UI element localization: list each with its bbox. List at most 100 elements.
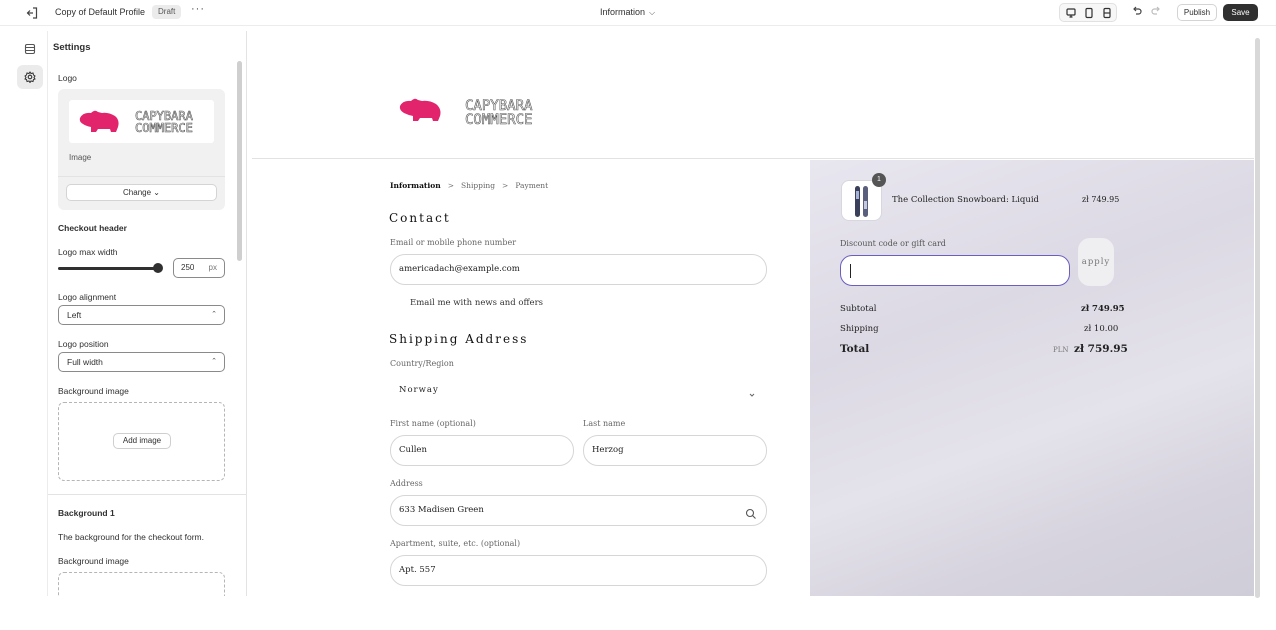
background-image-dropzone[interactable]: Add image — [58, 402, 225, 481]
settings-panel: Settings Logo CAPYBARA COMMERCE Image Ch… — [48, 31, 247, 596]
checkout-header: CAPYBARA COMMERCE — [252, 36, 1254, 159]
apply-button[interactable]: apply — [1078, 238, 1114, 286]
breadcrumb-payment[interactable]: Payment — [515, 181, 548, 190]
redo-icon[interactable] — [1150, 5, 1162, 17]
desktop-view-icon[interactable] — [1065, 7, 1077, 19]
image-label: Image — [69, 153, 92, 162]
email-field[interactable]: americadach@example.com — [390, 254, 767, 285]
total-label: Total — [840, 343, 870, 355]
quantity-badge: 1 — [872, 173, 886, 187]
top-bar: Copy of Default Profile Draft ··· Inform… — [0, 0, 1276, 26]
logo-position-value: Full width — [67, 357, 103, 367]
logo-alignment-label: Logo alignment — [58, 292, 117, 302]
logo-label: Logo — [58, 73, 77, 83]
address-value: 633 Madisen Green — [399, 505, 484, 515]
total-value: zł 759.95 — [1074, 343, 1128, 355]
exit-icon[interactable] — [24, 5, 40, 21]
checkout-form: Information > Shipping > Payment Contact Ema… — [252, 160, 810, 596]
breadcrumb-information[interactable]: Information — [390, 181, 441, 190]
panel-scrollbar[interactable] — [237, 61, 242, 261]
publish-button[interactable]: Publish — [1177, 4, 1217, 21]
background1-image-label: Background image — [58, 556, 129, 566]
search-icon[interactable] — [745, 504, 757, 533]
logo-card: CAPYBARA COMMERCE Image Change ⌄ — [58, 89, 225, 210]
more-actions-button[interactable]: ··· — [191, 3, 205, 15]
chevron-down-icon — [747, 384, 757, 413]
logo-width-unit: px — [208, 263, 217, 272]
breadcrumb-shipping[interactable]: Shipping — [461, 181, 495, 190]
logo-position-label: Logo position — [58, 339, 109, 349]
first-name-label: First name (optional) — [390, 419, 476, 428]
product-price: zł 749.95 — [1082, 195, 1120, 204]
background1-image-dropzone[interactable] — [58, 572, 225, 596]
logo-thumbnail[interactable]: CAPYBARA COMMERCE — [69, 100, 214, 143]
select-arrows-icon: ⌃ — [211, 311, 217, 318]
page-selector-label: Information — [600, 7, 646, 17]
panel-title: Settings — [53, 42, 91, 53]
last-name-field[interactable]: Herzog — [583, 435, 767, 466]
logo-width-slider-handle[interactable] — [153, 263, 163, 273]
chevron-right-icon: > — [447, 181, 455, 190]
email-label: Email or mobile phone number — [390, 238, 517, 247]
chevron-down-icon: ⌄ — [153, 188, 160, 197]
news-checkbox-label[interactable]: Email me with news and offers — [410, 298, 543, 308]
change-label: Change — [123, 188, 152, 197]
page-selector[interactable]: Information ⌵ — [600, 7, 655, 18]
undo-icon[interactable] — [1131, 5, 1143, 17]
fullscreen-view-icon[interactable] — [1101, 7, 1113, 19]
logo-alignment-value: Left — [67, 310, 82, 320]
address-field[interactable]: 633 Madisen Green — [390, 495, 767, 526]
last-name-value: Herzog — [592, 445, 624, 455]
discount-label: Discount code or gift card — [840, 239, 946, 248]
logo-position-select[interactable]: Full width ⌃ — [58, 352, 225, 372]
checkout-header-heading: Checkout header — [58, 223, 127, 233]
status-badge: Draft — [152, 5, 182, 19]
left-rail — [0, 31, 48, 596]
chevron-right-icon: > — [502, 181, 509, 190]
sections-icon[interactable] — [17, 37, 43, 61]
shipping-address-heading: Shipping Address — [389, 332, 529, 346]
text-caret — [850, 264, 851, 278]
country-label: Country/Region — [390, 359, 454, 368]
save-button[interactable]: Save — [1223, 4, 1258, 21]
logo-width-slider-track[interactable] — [58, 267, 158, 270]
country-value: Norway — [399, 385, 439, 395]
capybara-logo: CAPYBARA COMMERCE — [79, 109, 194, 135]
logo-width-value: 250 — [181, 263, 195, 272]
capybara-logo: CAPYBARA COMMERCE — [399, 98, 533, 128]
logo-width-input[interactable]: 250 px — [173, 258, 225, 278]
subtotal-value: zł 749.95 — [1081, 304, 1125, 314]
shipping-label: Shipping — [840, 324, 879, 334]
select-arrows-icon: ⌃ — [211, 358, 217, 365]
mobile-view-icon[interactable] — [1083, 7, 1095, 19]
change-logo-button[interactable]: Change ⌄ — [66, 184, 217, 201]
brand-line2: COMMERCE — [465, 112, 532, 128]
apartment-field[interactable]: Apt. 557 — [390, 555, 767, 586]
section-divider — [48, 494, 246, 495]
logo-max-width-label: Logo max width — [58, 247, 118, 257]
order-summary: 1 The Collection Snowboard: Liquid zł 74… — [810, 160, 1254, 596]
first-name-value: Cullen — [399, 445, 427, 455]
background1-description: The background for the checkout form. — [58, 532, 204, 542]
country-select[interactable]: Norway — [390, 375, 767, 406]
contact-heading: Contact — [389, 211, 451, 225]
product-name: The Collection Snowboard: Liquid — [892, 195, 1039, 205]
last-name-label: Last name — [583, 419, 626, 428]
brand-line2: COMMERCE — [135, 121, 193, 135]
preview-scrollbar[interactable] — [1255, 38, 1260, 598]
address-label: Address — [390, 479, 423, 488]
background1-heading: Background 1 — [58, 508, 115, 518]
logo-alignment-select[interactable]: Left ⌃ — [58, 305, 225, 325]
divider — [58, 176, 225, 177]
profile-name: Copy of Default Profile — [55, 7, 146, 17]
breadcrumb: Information > Shipping > Payment — [390, 181, 548, 190]
chevron-down-icon: ⌵ — [649, 8, 656, 17]
shipping-value: zł 10.00 — [1084, 324, 1119, 334]
viewport-switcher — [1059, 3, 1117, 22]
discount-input[interactable] — [840, 255, 1070, 286]
settings-icon[interactable] — [17, 65, 43, 89]
apartment-value: Apt. 557 — [399, 565, 436, 575]
first-name-field[interactable]: Cullen — [390, 435, 574, 466]
background-image-label: Background image — [58, 386, 129, 396]
add-image-button[interactable]: Add image — [113, 433, 171, 449]
